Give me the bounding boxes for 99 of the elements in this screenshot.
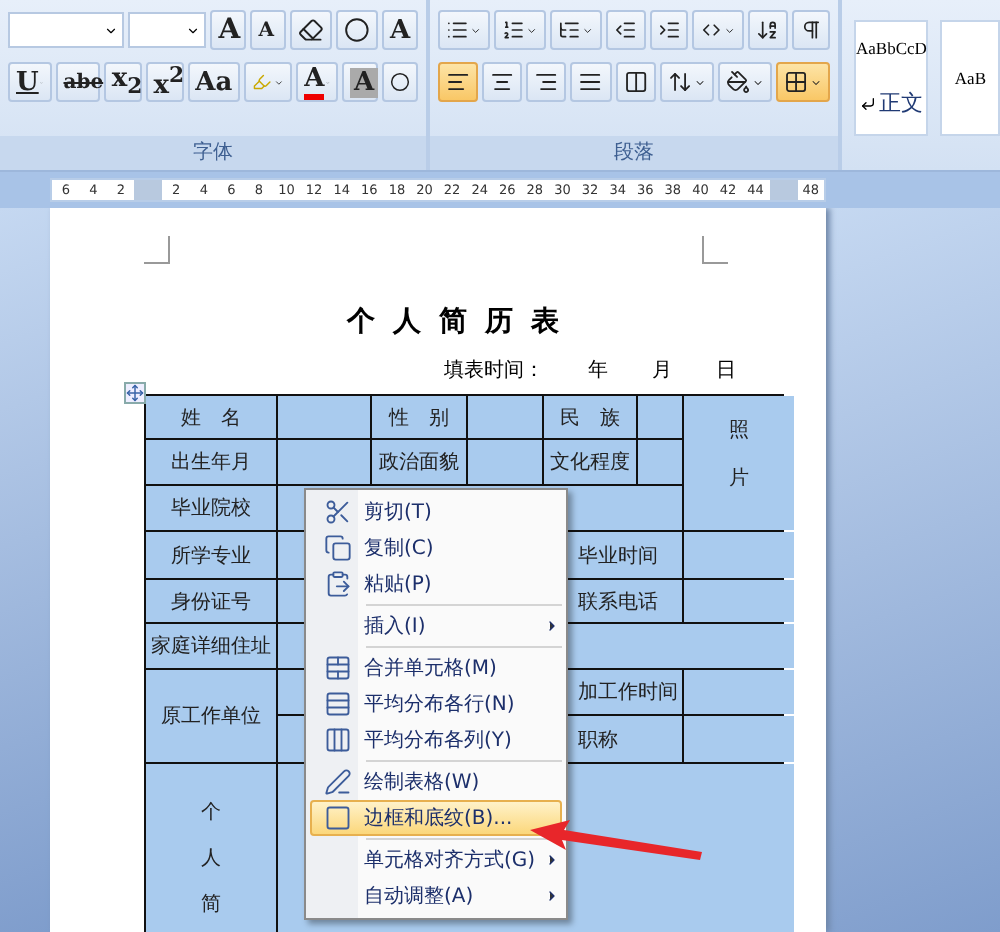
- group-title: 段落: [430, 136, 838, 170]
- sub-button[interactable]: x$_{2}$: [103, 62, 142, 102]
- underline-button[interactable]: U: [8, 62, 52, 102]
- asian-button[interactable]: [692, 10, 745, 50]
- date-label: 年: [588, 358, 608, 384]
- table-cell: 毕业院校: [146, 486, 276, 530]
- font-name-field[interactable]: [8, 12, 125, 48]
- table-cell: 性 别: [372, 396, 466, 438]
- margin-mark: [702, 236, 728, 264]
- pen-icon: [324, 768, 352, 796]
- margin-mark: [144, 236, 170, 264]
- outdent-icon: [614, 16, 638, 44]
- table-cell: 政治面貌: [372, 440, 466, 484]
- table-cell: 民 族: [544, 396, 636, 438]
- sup-button[interactable]: x$^{2}$: [145, 62, 184, 102]
- align-right-icon: [534, 68, 559, 96]
- sort-button[interactable]: [748, 10, 788, 50]
- fill-button[interactable]: [717, 62, 772, 102]
- submenu-arrow-icon: [544, 852, 560, 868]
- distribute-button[interactable]: [615, 62, 656, 102]
- caret-icon: [693, 75, 706, 89]
- left-button[interactable]: [438, 62, 479, 102]
- circle-icon: [390, 68, 410, 96]
- sort-icon: [756, 16, 780, 44]
- caret-icon: [751, 75, 764, 89]
- table-cell: 身份证号: [146, 580, 276, 622]
- shading-button[interactable]: A: [341, 62, 378, 102]
- table-cell: 所学专业: [146, 532, 276, 578]
- clear-button[interactable]: [290, 10, 333, 50]
- caret-icon: [186, 23, 201, 37]
- submenu-arrow-icon: [544, 618, 560, 634]
- submenu-arrow-icon: [544, 888, 560, 904]
- enclose-button[interactable]: [382, 62, 418, 102]
- copy-icon: [324, 534, 352, 562]
- marks-button[interactable]: [791, 10, 830, 50]
- document-title: 个人简历表: [344, 304, 579, 340]
- columns-icon: [324, 726, 352, 754]
- multilevel-button[interactable]: [550, 10, 603, 50]
- color-button[interactable]: A: [296, 62, 338, 102]
- date-label: 填表时间：: [444, 357, 544, 384]
- move-handle-icon[interactable]: [124, 382, 146, 404]
- numbered-list-icon: [502, 16, 525, 44]
- style-preview[interactable]: AaB: [940, 20, 1000, 136]
- menu-item[interactable]: 自动调整(A): [310, 878, 562, 914]
- case-button[interactable]: Aa: [187, 62, 241, 102]
- caret-icon: [470, 23, 483, 37]
- borders-icon: [783, 68, 808, 96]
- indent-icon: [657, 16, 681, 44]
- align-left-icon: [446, 68, 471, 96]
- paint-bucket-icon: [725, 68, 750, 96]
- table-cell: 出生年月: [146, 440, 276, 484]
- strike-button[interactable]: abe: [55, 62, 100, 102]
- rows-icon: [324, 690, 352, 718]
- caret-icon: [274, 75, 285, 89]
- caret-icon: [526, 23, 539, 37]
- justify-button[interactable]: [570, 62, 612, 102]
- menu-item[interactable]: 剪切(T): [310, 494, 562, 530]
- caret-icon: [724, 23, 737, 37]
- pilcrow-icon: [799, 16, 822, 44]
- spacing-button[interactable]: [659, 62, 714, 102]
- right-button[interactable]: [526, 62, 567, 102]
- caret-icon: [104, 23, 119, 37]
- bullets-button[interactable]: [438, 10, 491, 50]
- distribute-icon: [623, 68, 648, 96]
- paste-icon: [324, 570, 352, 598]
- caret-icon: [809, 75, 822, 89]
- menu-item[interactable]: 绘制表格(W): [310, 764, 562, 800]
- table-cell: 姓 名: [146, 396, 276, 438]
- outdent-button[interactable]: [606, 10, 646, 50]
- scissors-icon: [324, 498, 352, 526]
- table-cell: 家庭详细住址: [146, 624, 276, 668]
- style-preview[interactable]: AaBbCcD 正文: [854, 20, 929, 136]
- date-label: 日: [716, 358, 736, 384]
- ruler-marker[interactable]: [769, 180, 798, 200]
- table-cell: 原工作单位: [146, 670, 276, 762]
- eraser-icon: [298, 16, 325, 44]
- numbering-button[interactable]: [494, 10, 547, 50]
- line-spacing-icon: [667, 68, 692, 96]
- ruler-marker[interactable]: [134, 180, 163, 200]
- group-title: 字体: [0, 136, 426, 170]
- shrink-button[interactable]: A: [250, 10, 287, 50]
- borders-button[interactable]: [775, 62, 830, 102]
- table-cell: 个人简: [146, 764, 276, 932]
- font-size-field[interactable]: [128, 12, 207, 48]
- menu-item[interactable]: 边框和底纹(B)...: [310, 800, 562, 836]
- table-cell: 文化程度: [544, 440, 636, 484]
- align-center-icon: [490, 68, 515, 96]
- phonetic-button[interactable]: [336, 10, 378, 50]
- center-button[interactable]: [482, 62, 523, 102]
- merge-cells-icon: [324, 654, 352, 682]
- paragraph-mark-icon: [859, 95, 876, 112]
- grow-button[interactable]: A: [210, 10, 247, 50]
- caret-icon: [582, 23, 595, 37]
- table-cell: 照片: [684, 396, 794, 530]
- border-button[interactable]: A: [381, 10, 418, 50]
- date-label: 月: [652, 358, 672, 384]
- menu-item[interactable]: 单元格对齐方式(G): [310, 842, 562, 878]
- justify-icon: [578, 68, 604, 96]
- indent-button[interactable]: [649, 10, 689, 50]
